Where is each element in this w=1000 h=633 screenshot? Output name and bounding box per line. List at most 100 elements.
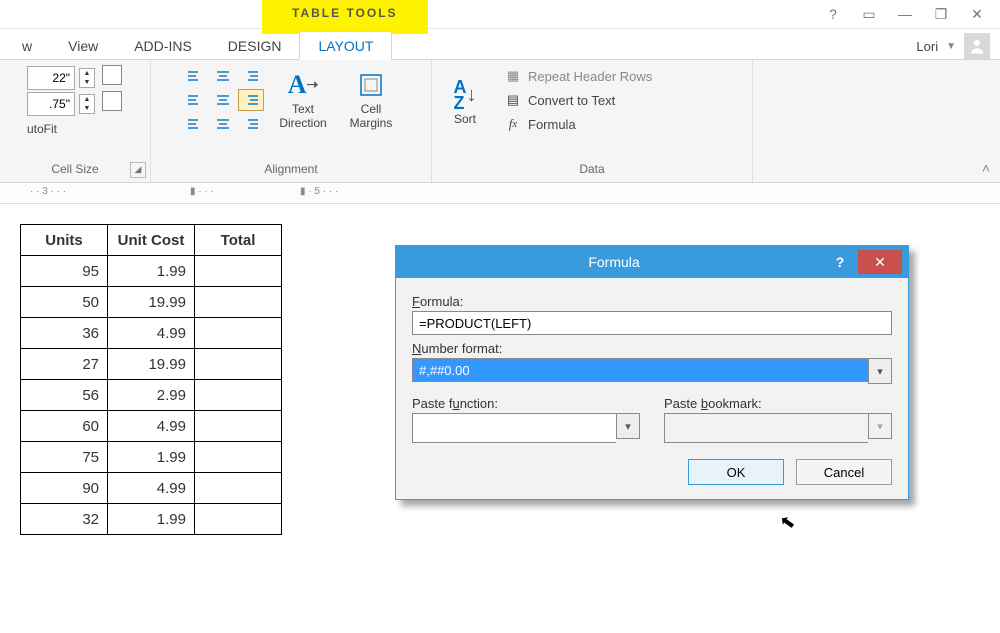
tab-view[interactable]: View	[50, 32, 116, 59]
cancel-button[interactable]: Cancel	[796, 459, 892, 485]
col-width-spinner[interactable]: ▲▼	[27, 92, 95, 116]
autofit-button[interactable]: utoFit	[27, 122, 95, 136]
convert-text-label: Convert to Text	[528, 93, 615, 108]
align-top-left[interactable]	[182, 65, 208, 87]
contextual-tab-label: TABLE TOOLS	[262, 0, 428, 34]
table-cell[interactable]	[195, 256, 282, 287]
text-direction-button[interactable]: A➝ Text Direction	[273, 64, 333, 130]
paste-bookmark-label: Paste bookmark:	[664, 396, 892, 411]
table-cell[interactable]: 36	[21, 318, 108, 349]
table-cell[interactable]	[195, 380, 282, 411]
repeat-rows-label: Repeat Header Rows	[528, 69, 652, 84]
combo-chevron-down-icon[interactable]: ▾	[868, 358, 892, 384]
paste-function-combo[interactable]: ▾	[412, 413, 640, 443]
ribbon-display-icon[interactable]: ▭	[852, 3, 886, 25]
tab-partial[interactable]: w	[4, 32, 50, 59]
spin-up-icon[interactable]: ▲	[80, 95, 94, 104]
table-cell[interactable]: 2.99	[108, 380, 195, 411]
ok-button[interactable]: OK	[688, 459, 784, 485]
convert-to-text-button[interactable]: ▤Convert to Text	[498, 88, 658, 112]
help-icon[interactable]: ?	[816, 3, 850, 25]
minimize-icon[interactable]: —	[888, 3, 922, 25]
row-height-spinner[interactable]: ▲▼	[27, 66, 95, 90]
col-width-input[interactable]	[27, 92, 75, 116]
table-row[interactable]: 951.99	[21, 256, 282, 287]
table-row[interactable]: 604.99	[21, 411, 282, 442]
user-area[interactable]: Lori ▼	[916, 33, 1000, 59]
table-cell[interactable]: 4.99	[108, 473, 195, 504]
table-cell[interactable]: 50	[21, 287, 108, 318]
align-bot-right[interactable]	[238, 113, 264, 135]
align-mid-center[interactable]	[210, 89, 236, 111]
align-bot-center[interactable]	[210, 113, 236, 135]
table-row[interactable]: 321.99	[21, 504, 282, 535]
table-row[interactable]: 5019.99	[21, 287, 282, 318]
ruler[interactable]: · · 3 · · · ▮ · · · ▮ · 5 · · ·	[0, 183, 1000, 204]
row-height-input[interactable]	[27, 66, 75, 90]
table-cell[interactable]	[195, 349, 282, 380]
spin-down-icon[interactable]: ▼	[80, 78, 94, 87]
table-cell[interactable]: 75	[21, 442, 108, 473]
data-table: Units Unit Cost Total 951.995019.99364.9…	[20, 224, 282, 535]
table-cell[interactable]	[195, 473, 282, 504]
alignment-grid	[181, 64, 265, 136]
close-icon[interactable]: ✕	[960, 3, 994, 25]
dialog-close-icon[interactable]: ✕	[858, 250, 902, 274]
align-top-center[interactable]	[210, 65, 236, 87]
dialog-help-icon[interactable]: ?	[826, 254, 854, 270]
table-cell[interactable]: 4.99	[108, 411, 195, 442]
align-mid-right[interactable]	[238, 89, 264, 111]
formula-button[interactable]: fxFormula	[498, 112, 658, 136]
table-cell[interactable]: 90	[21, 473, 108, 504]
align-top-right[interactable]	[238, 65, 264, 87]
table-cell[interactable]: 19.99	[108, 349, 195, 380]
tab-design[interactable]: DESIGN	[210, 32, 300, 59]
table-cell[interactable]: 1.99	[108, 256, 195, 287]
number-format-input[interactable]	[412, 358, 868, 382]
table-cell[interactable]: 56	[21, 380, 108, 411]
cell-margins-button[interactable]: Cell Margins	[341, 64, 401, 130]
paste-function-input[interactable]	[412, 413, 616, 443]
table-cell[interactable]: 1.99	[108, 504, 195, 535]
table-cell[interactable]: 4.99	[108, 318, 195, 349]
dialog-launcher-icon[interactable]: ◢	[130, 162, 146, 178]
sort-button[interactable]: AZ↓ Sort	[442, 64, 488, 136]
tab-addins[interactable]: ADD-INS	[116, 32, 210, 59]
align-bot-left[interactable]	[182, 113, 208, 135]
user-menu-chevron-icon[interactable]: ▼	[946, 41, 956, 52]
combo-chevron-down-icon[interactable]: ▾	[616, 413, 640, 439]
align-mid-left[interactable]	[182, 89, 208, 111]
distribute-rows-icon[interactable]	[102, 65, 122, 85]
table-cell[interactable]: 1.99	[108, 442, 195, 473]
formula-input[interactable]	[412, 311, 892, 335]
restore-icon[interactable]: ❐	[924, 3, 958, 25]
spin-up-icon[interactable]: ▲	[80, 69, 94, 78]
table-cell[interactable]: 19.99	[108, 287, 195, 318]
formula-field-label: Formula:	[412, 294, 892, 309]
sort-icon: AZ↓	[454, 78, 477, 112]
table-cell[interactable]	[195, 504, 282, 535]
table-cell[interactable]: 32	[21, 504, 108, 535]
table-cell[interactable]: 60	[21, 411, 108, 442]
tab-layout[interactable]: LAYOUT	[299, 31, 392, 60]
number-format-combo[interactable]: ▾	[412, 358, 892, 384]
avatar[interactable]	[964, 33, 990, 59]
table-row[interactable]: 364.99	[21, 318, 282, 349]
table-row[interactable]: 2719.99	[21, 349, 282, 380]
table-cell[interactable]	[195, 318, 282, 349]
table-cell[interactable]: 27	[21, 349, 108, 380]
distribute-cols-icon[interactable]	[102, 91, 122, 111]
col-header-total: Total	[195, 225, 282, 256]
collapse-ribbon-icon[interactable]: ˄	[982, 160, 990, 176]
table-row[interactable]: 562.99	[21, 380, 282, 411]
repeat-header-rows-button[interactable]: ▦Repeat Header Rows	[498, 64, 658, 88]
cell-margins-label: Cell Margins	[341, 102, 401, 130]
table-row[interactable]: 751.99	[21, 442, 282, 473]
table-cell[interactable]: 95	[21, 256, 108, 287]
spin-down-icon[interactable]: ▼	[80, 104, 94, 113]
table-cell[interactable]	[195, 287, 282, 318]
table-cell[interactable]	[195, 411, 282, 442]
table-row[interactable]: 904.99	[21, 473, 282, 504]
table-cell[interactable]	[195, 442, 282, 473]
dialog-titlebar[interactable]: Formula ? ✕	[396, 246, 908, 278]
